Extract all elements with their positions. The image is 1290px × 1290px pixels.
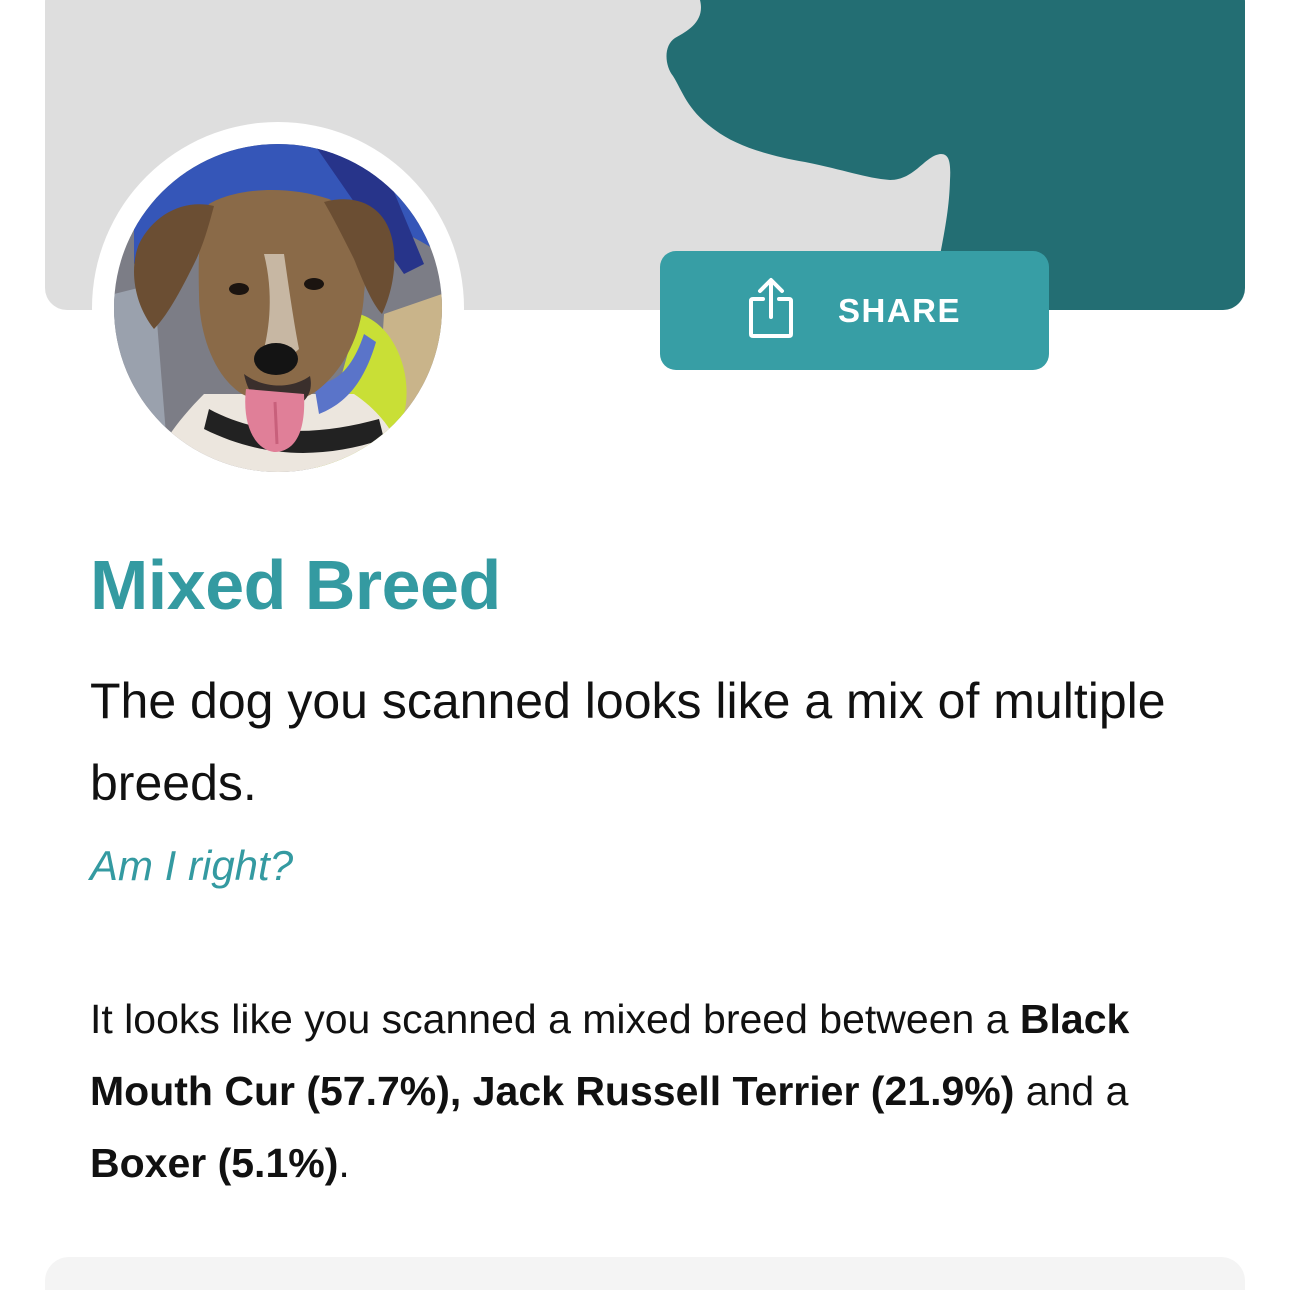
breed-title: Mixed Breed <box>90 546 501 624</box>
result-subtitle: The dog you scanned looks like a mix of … <box>90 673 1166 811</box>
description-intro: It looks like you scanned a mixed breed … <box>90 996 1009 1042</box>
next-section-card <box>45 1257 1245 1290</box>
breed-separator: , <box>449 1068 462 1114</box>
breed-description: It looks like you scanned a mixed breed … <box>90 983 1230 1199</box>
share-label: SHARE <box>837 291 962 329</box>
avatar-ring <box>92 122 464 494</box>
description-connector: and a <box>1025 1068 1129 1114</box>
dog-photo <box>114 144 442 472</box>
scan-result-screen: SHARE Mixed Breed The dog you scanned lo… <box>0 0 1290 1290</box>
share-button[interactable]: SHARE <box>660 251 1049 370</box>
feedback-link[interactable]: Am I right? <box>90 842 293 890</box>
breed-boxer: Boxer (5.1%) <box>90 1140 339 1186</box>
share-icon <box>748 277 794 344</box>
description-end: . <box>338 1140 350 1186</box>
breed-jack-russell-terrier: Jack Russell Terrier (21.9%) <box>472 1068 1015 1114</box>
